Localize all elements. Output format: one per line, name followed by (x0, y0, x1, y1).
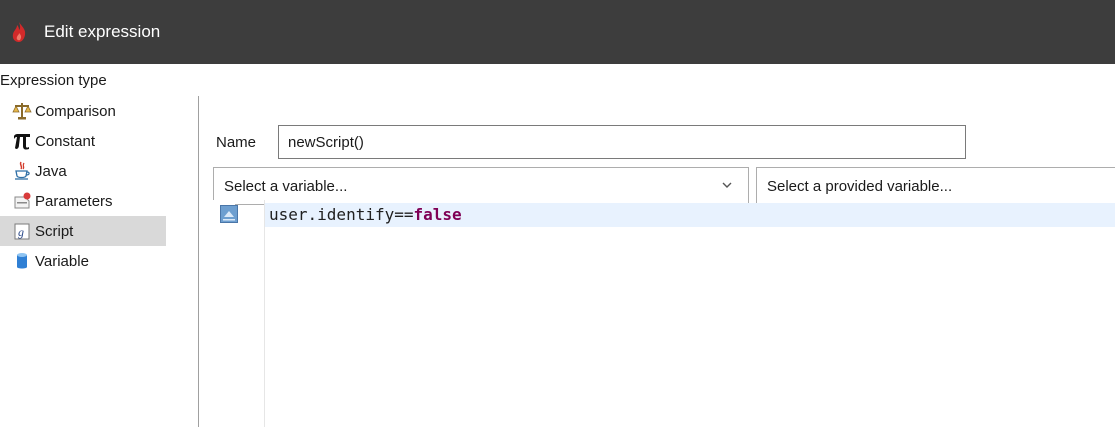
type-item-constant[interactable]: Constant (0, 126, 198, 156)
name-input[interactable] (278, 125, 966, 159)
database-icon (12, 251, 32, 271)
type-item-comparison[interactable]: Comparison (0, 96, 198, 126)
java-cup-icon (12, 161, 32, 181)
name-label: Name (216, 134, 257, 151)
fold-collapse-icon[interactable] (220, 205, 238, 223)
type-item-label: Comparison (35, 102, 116, 120)
script-editor[interactable]: user.identify==false (213, 200, 1115, 427)
editor-ruler (264, 200, 265, 427)
code-operator: == (394, 205, 414, 224)
type-item-script[interactable]: g Script (0, 216, 166, 246)
pi-icon (12, 131, 32, 151)
code-keyword: false (413, 205, 462, 224)
chevron-down-icon[interactable] (720, 178, 734, 192)
window-title: Edit expression (44, 22, 161, 41)
type-item-variable[interactable]: Variable (0, 246, 198, 276)
title-bar: Edit expression (0, 0, 1115, 64)
type-item-parameters[interactable]: Parameters (0, 186, 198, 216)
expression-type-label: Expression type (0, 72, 107, 89)
type-item-label: Parameters (35, 192, 113, 210)
type-item-java[interactable]: Java (0, 156, 198, 186)
expression-type-list: Comparison Constant Java Parameters g Sc… (0, 96, 199, 427)
type-item-label: Script (35, 222, 74, 240)
svg-text:g: g (18, 225, 24, 239)
type-item-label: Variable (35, 252, 89, 270)
app-flame-icon (10, 21, 32, 43)
code-identifier: user.identify (269, 205, 395, 224)
type-item-label: Constant (35, 132, 96, 150)
scales-icon (12, 101, 32, 121)
parameters-icon (12, 191, 32, 211)
type-item-label: Java (35, 162, 67, 180)
provided-variable-select-value: Select a provided variable... (767, 177, 953, 195)
editor-gutter (213, 200, 235, 427)
code-line[interactable]: user.identify==false (269, 204, 462, 226)
script-icon: g (12, 221, 32, 241)
variable-select-value: Select a variable... (224, 177, 348, 195)
